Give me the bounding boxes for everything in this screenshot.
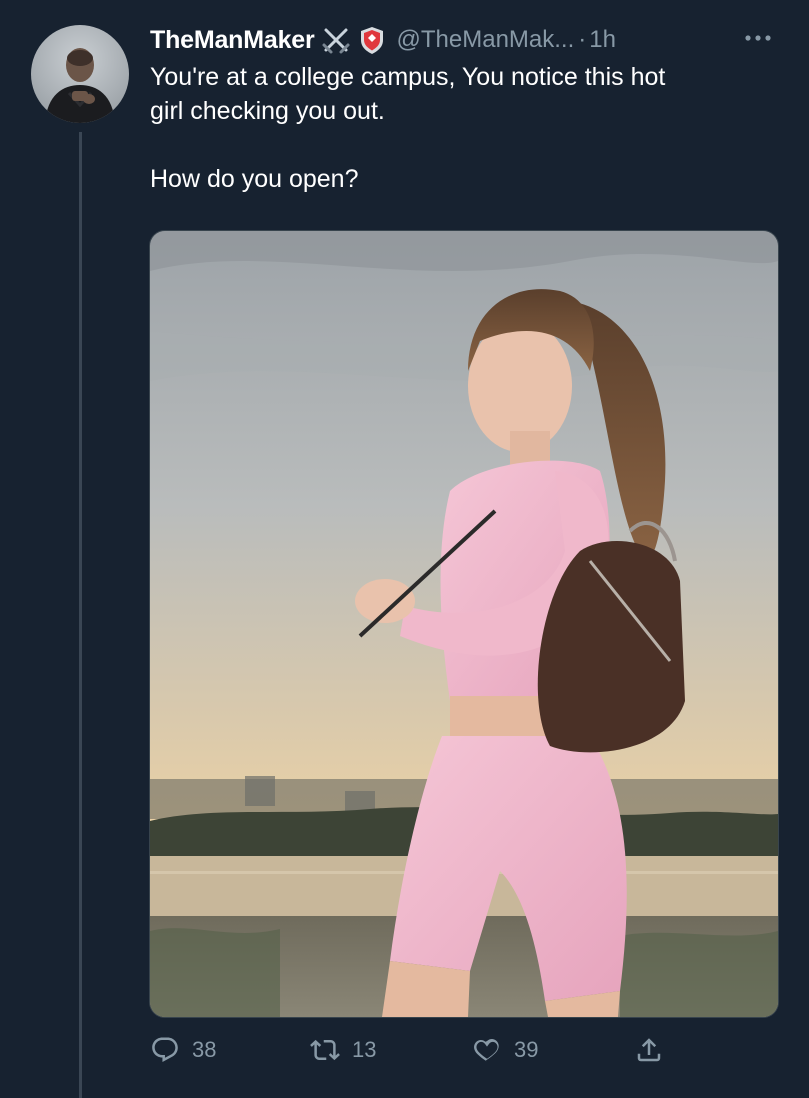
tweet-actions: 38 13 39 bbox=[150, 1030, 710, 1070]
avatar-image bbox=[45, 48, 115, 123]
tweet-text: You're at a college campus, You notice t… bbox=[150, 60, 790, 196]
share-button[interactable] bbox=[634, 1030, 664, 1070]
display-name[interactable]: TheManMaker bbox=[150, 26, 315, 55]
share-icon bbox=[637, 1038, 661, 1062]
retweet-count: 13 bbox=[352, 1037, 377, 1062]
like-button[interactable]: 39 bbox=[472, 1030, 538, 1070]
tweet-text-line: You're at a college campus, You notice t… bbox=[150, 63, 666, 91]
crossed-swords-icon bbox=[321, 25, 351, 55]
ellipsis-icon bbox=[745, 35, 771, 41]
reply-button[interactable]: 38 bbox=[150, 1030, 216, 1070]
reply-count: 38 bbox=[192, 1037, 217, 1062]
like-count: 39 bbox=[514, 1037, 539, 1062]
tweet-text-line: How do you open? bbox=[150, 165, 359, 193]
timestamp[interactable]: 1h bbox=[589, 26, 616, 54]
tweet-media-image[interactable] bbox=[149, 230, 779, 1018]
user-handle[interactable]: @TheManMak... bbox=[397, 26, 575, 54]
heart-icon bbox=[474, 1038, 499, 1062]
thread-line bbox=[79, 132, 82, 1098]
avatar[interactable] bbox=[31, 25, 129, 123]
tweet-container: TheManMaker @TheManMak... · 1h You're at… bbox=[0, 0, 809, 1098]
tweet-text-line: girl checking you out. bbox=[150, 97, 385, 125]
separator-dot: · bbox=[578, 26, 587, 53]
tweet-header: TheManMaker @TheManMak... · 1h bbox=[150, 22, 790, 58]
reply-icon bbox=[152, 1037, 178, 1062]
photo-attachment bbox=[150, 231, 778, 1017]
more-options-button[interactable] bbox=[730, 18, 786, 58]
retweet-button[interactable]: 13 bbox=[310, 1030, 376, 1070]
retweet-icon bbox=[310, 1039, 340, 1061]
shield-icon bbox=[357, 25, 387, 55]
